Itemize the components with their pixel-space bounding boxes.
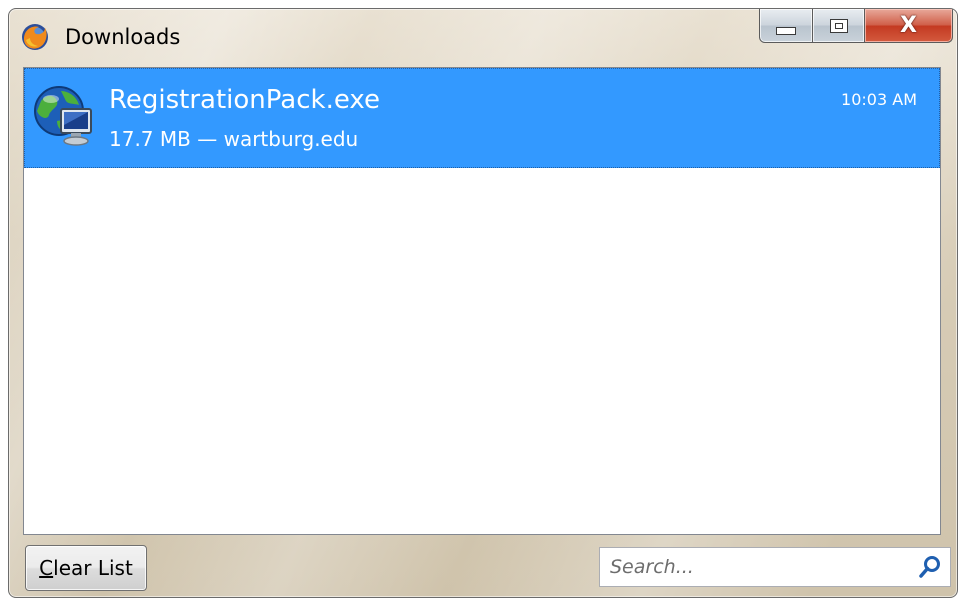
close-icon: X <box>900 12 917 38</box>
search-input[interactable] <box>600 548 910 586</box>
clear-list-button[interactable]: Clear List <box>25 545 147 591</box>
search-icon[interactable] <box>918 555 942 579</box>
download-item[interactable]: RegistrationPack.exe 17.7 MB — wartburg.… <box>24 68 940 168</box>
minimize-button[interactable] <box>759 9 813 43</box>
search-box <box>599 547 951 587</box>
downloads-list[interactable]: RegistrationPack.exe 17.7 MB — wartburg.… <box>23 67 941 535</box>
network-globe-icon <box>34 86 92 146</box>
close-button[interactable]: X <box>865 9 953 43</box>
title-bar[interactable]: Downloads X <box>9 9 957 63</box>
window-title: Downloads <box>65 25 181 49</box>
maximize-button[interactable] <box>813 9 865 43</box>
caption-buttons: X <box>759 9 953 45</box>
download-time: 10:03 AM <box>841 90 917 109</box>
download-filename: RegistrationPack.exe <box>109 85 380 115</box>
download-details: 17.7 MB — wartburg.edu <box>109 127 359 151</box>
downloads-window: Downloads X RegistrationPack.exe 17.7 MB… <box>8 8 958 598</box>
clear-list-accelerator: C <box>39 556 54 580</box>
minimize-icon <box>776 26 796 35</box>
firefox-icon <box>22 24 48 50</box>
maximize-icon <box>829 18 848 33</box>
clear-list-label: lear List <box>53 556 133 580</box>
